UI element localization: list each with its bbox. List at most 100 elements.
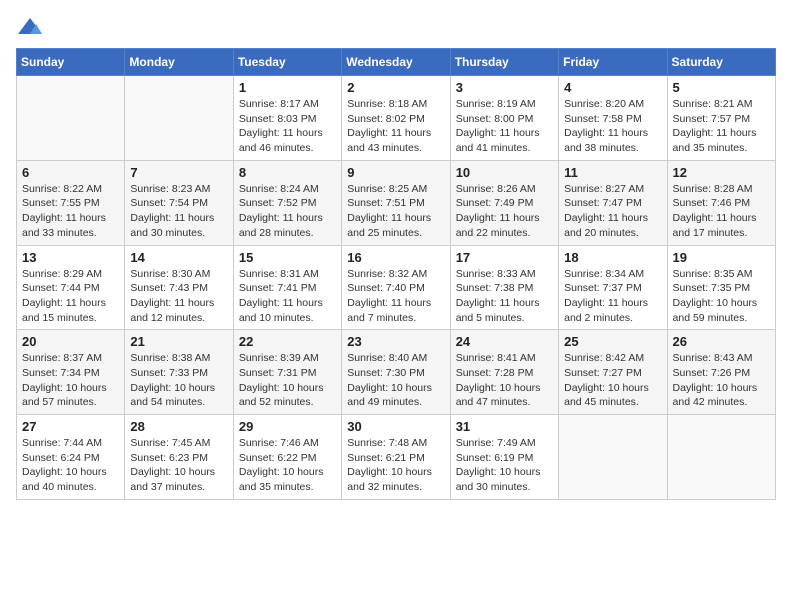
calendar-cell: 21 Sunrise: 8:38 AM Sunset: 7:33 PM Dayli… (125, 330, 233, 415)
calendar-week-row: 27 Sunrise: 7:44 AM Sunset: 6:24 PM Dayli… (17, 415, 776, 500)
day-info: Sunrise: 8:34 AM Sunset: 7:37 PM Dayligh… (564, 267, 661, 326)
day-number: 13 (22, 250, 119, 265)
day-info: Sunrise: 8:42 AM Sunset: 7:27 PM Dayligh… (564, 351, 661, 410)
calendar-cell: 6Sunrise: 8:22 AM Sunset: 7:55 PM Daylig… (17, 160, 125, 245)
calendar-cell: 12 Sunrise: 8:28 AM Sunset: 7:46 PM Dayli… (667, 160, 775, 245)
day-info: Sunrise: 8:24 AM Sunset: 7:52 PM Dayligh… (239, 182, 336, 241)
day-header-saturday: Saturday (667, 49, 775, 76)
day-number: 10 (456, 165, 553, 180)
day-info: Sunrise: 8:39 AM Sunset: 7:31 PM Dayligh… (239, 351, 336, 410)
day-info: Sunrise: 8:35 AM Sunset: 7:35 PM Dayligh… (673, 267, 770, 326)
day-info: Sunrise: 8:43 AM Sunset: 7:26 PM Dayligh… (673, 351, 770, 410)
calendar-cell: 10 Sunrise: 8:26 AM Sunset: 7:49 PM Dayli… (450, 160, 558, 245)
day-number: 4 (564, 80, 661, 95)
day-number: 2 (347, 80, 444, 95)
day-info: Sunrise: 8:27 AM Sunset: 7:47 PM Dayligh… (564, 182, 661, 241)
day-number: 26 (673, 334, 770, 349)
calendar-cell: 4 Sunrise: 8:20 AM Sunset: 7:58 PM Daylig… (559, 76, 667, 161)
calendar-cell: 14 Sunrise: 8:30 AM Sunset: 7:43 PM Dayli… (125, 245, 233, 330)
day-info: Sunrise: 7:49 AM Sunset: 6:19 PM Dayligh… (456, 436, 553, 495)
calendar-cell: 22 Sunrise: 8:39 AM Sunset: 7:31 PM Dayli… (233, 330, 341, 415)
calendar-week-row: 1Sunrise: 8:17 AM Sunset: 8:03 PM Daylig… (17, 76, 776, 161)
calendar-cell: 18Sunrise: 8:34 AM Sunset: 7:37 PM Dayli… (559, 245, 667, 330)
day-number: 5 (673, 80, 770, 95)
day-number: 14 (130, 250, 227, 265)
day-info: Sunrise: 8:17 AM Sunset: 8:03 PM Dayligh… (239, 97, 336, 156)
calendar-cell: 15 Sunrise: 8:31 AM Sunset: 7:41 PM Dayli… (233, 245, 341, 330)
calendar-cell (125, 76, 233, 161)
day-number: 15 (239, 250, 336, 265)
day-number: 31 (456, 419, 553, 434)
day-info: Sunrise: 7:48 AM Sunset: 6:21 PM Dayligh… (347, 436, 444, 495)
day-info: Sunrise: 8:19 AM Sunset: 8:00 PM Dayligh… (456, 97, 553, 156)
calendar-cell (667, 415, 775, 500)
day-number: 27 (22, 419, 119, 434)
day-number: 9 (347, 165, 444, 180)
calendar-cell (17, 76, 125, 161)
logo-icon (16, 16, 44, 38)
day-number: 16 (347, 250, 444, 265)
day-info: Sunrise: 8:38 AM Sunset: 7:33 PM Dayligh… (130, 351, 227, 410)
day-header-wednesday: Wednesday (342, 49, 450, 76)
day-info: Sunrise: 8:21 AM Sunset: 7:57 PM Dayligh… (673, 97, 770, 156)
day-header-friday: Friday (559, 49, 667, 76)
day-number: 30 (347, 419, 444, 434)
day-header-tuesday: Tuesday (233, 49, 341, 76)
days-header-row: SundayMondayTuesdayWednesdayThursdayFrid… (17, 49, 776, 76)
day-info: Sunrise: 8:28 AM Sunset: 7:46 PM Dayligh… (673, 182, 770, 241)
day-header-sunday: Sunday (17, 49, 125, 76)
calendar-cell: 8 Sunrise: 8:24 AM Sunset: 7:52 PM Daylig… (233, 160, 341, 245)
day-number: 25 (564, 334, 661, 349)
calendar-cell: 7 Sunrise: 8:23 AM Sunset: 7:54 PM Daylig… (125, 160, 233, 245)
day-info: Sunrise: 8:29 AM Sunset: 7:44 PM Dayligh… (22, 267, 119, 326)
day-number: 8 (239, 165, 336, 180)
calendar-week-row: 6Sunrise: 8:22 AM Sunset: 7:55 PM Daylig… (17, 160, 776, 245)
day-info: Sunrise: 7:46 AM Sunset: 6:22 PM Dayligh… (239, 436, 336, 495)
day-info: Sunrise: 7:45 AM Sunset: 6:23 PM Dayligh… (130, 436, 227, 495)
calendar-cell: 31 Sunrise: 7:49 AM Sunset: 6:19 PM Dayli… (450, 415, 558, 500)
calendar-cell: 13 Sunrise: 8:29 AM Sunset: 7:44 PM Dayli… (17, 245, 125, 330)
day-info: Sunrise: 8:41 AM Sunset: 7:28 PM Dayligh… (456, 351, 553, 410)
day-number: 22 (239, 334, 336, 349)
day-info: Sunrise: 7:44 AM Sunset: 6:24 PM Dayligh… (22, 436, 119, 495)
day-number: 12 (673, 165, 770, 180)
day-info: Sunrise: 8:31 AM Sunset: 7:41 PM Dayligh… (239, 267, 336, 326)
day-info: Sunrise: 8:26 AM Sunset: 7:49 PM Dayligh… (456, 182, 553, 241)
calendar-cell: 16 Sunrise: 8:32 AM Sunset: 7:40 PM Dayli… (342, 245, 450, 330)
calendar-cell: 27 Sunrise: 7:44 AM Sunset: 6:24 PM Dayli… (17, 415, 125, 500)
day-info: Sunrise: 8:40 AM Sunset: 7:30 PM Dayligh… (347, 351, 444, 410)
day-info: Sunrise: 8:33 AM Sunset: 7:38 PM Dayligh… (456, 267, 553, 326)
day-header-monday: Monday (125, 49, 233, 76)
calendar-cell: 30 Sunrise: 7:48 AM Sunset: 6:21 PM Dayli… (342, 415, 450, 500)
calendar-cell: 17 Sunrise: 8:33 AM Sunset: 7:38 PM Dayli… (450, 245, 558, 330)
calendar-cell: 28 Sunrise: 7:45 AM Sunset: 6:23 PM Dayli… (125, 415, 233, 500)
day-info: Sunrise: 8:30 AM Sunset: 7:43 PM Dayligh… (130, 267, 227, 326)
day-number: 29 (239, 419, 336, 434)
calendar-cell: 9 Sunrise: 8:25 AM Sunset: 7:51 PM Daylig… (342, 160, 450, 245)
day-number: 28 (130, 419, 227, 434)
day-info: Sunrise: 8:22 AM Sunset: 7:55 PM Dayligh… (22, 182, 119, 241)
day-info: Sunrise: 8:32 AM Sunset: 7:40 PM Dayligh… (347, 267, 444, 326)
calendar-cell (559, 415, 667, 500)
day-number: 19 (673, 250, 770, 265)
day-number: 3 (456, 80, 553, 95)
day-header-thursday: Thursday (450, 49, 558, 76)
day-number: 21 (130, 334, 227, 349)
day-info: Sunrise: 8:18 AM Sunset: 8:02 PM Dayligh… (347, 97, 444, 156)
day-info: Sunrise: 8:20 AM Sunset: 7:58 PM Dayligh… (564, 97, 661, 156)
calendar-cell: 24 Sunrise: 8:41 AM Sunset: 7:28 PM Dayli… (450, 330, 558, 415)
day-info: Sunrise: 8:25 AM Sunset: 7:51 PM Dayligh… (347, 182, 444, 241)
day-info: Sunrise: 8:37 AM Sunset: 7:34 PM Dayligh… (22, 351, 119, 410)
day-number: 17 (456, 250, 553, 265)
day-number: 24 (456, 334, 553, 349)
day-number: 7 (130, 165, 227, 180)
calendar-cell: 20 Sunrise: 8:37 AM Sunset: 7:34 PM Dayli… (17, 330, 125, 415)
calendar-cell: 23 Sunrise: 8:40 AM Sunset: 7:30 PM Dayli… (342, 330, 450, 415)
day-info: Sunrise: 8:23 AM Sunset: 7:54 PM Dayligh… (130, 182, 227, 241)
calendar-cell: 25 Sunrise: 8:42 AM Sunset: 7:27 PM Dayli… (559, 330, 667, 415)
day-number: 20 (22, 334, 119, 349)
day-number: 23 (347, 334, 444, 349)
logo (16, 16, 48, 38)
calendar-cell: 1Sunrise: 8:17 AM Sunset: 8:03 PM Daylig… (233, 76, 341, 161)
calendar-cell: 19 Sunrise: 8:35 AM Sunset: 7:35 PM Dayli… (667, 245, 775, 330)
